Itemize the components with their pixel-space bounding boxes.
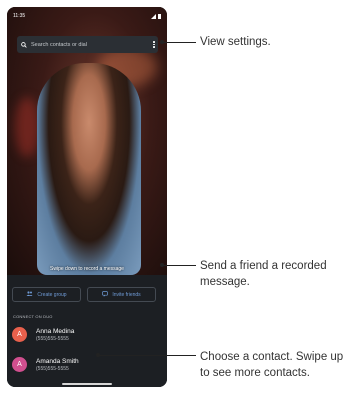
create-group-button[interactable]: Create group xyxy=(12,287,81,302)
callout-contact-line2: to see more contacts. xyxy=(200,367,310,379)
contact-name: Anna Medina xyxy=(36,327,75,335)
callout-record-line2: message. xyxy=(200,276,250,288)
phone-screen: 11:35 Search contacts or dial Swipe down… xyxy=(7,7,167,387)
search-icon xyxy=(17,41,31,48)
contact-item[interactable]: A Anna Medina (555)555-5555 xyxy=(12,327,74,342)
contact-item[interactable]: A Amanda Smith (555)555-5555 xyxy=(12,357,79,372)
avatar: A xyxy=(12,357,27,372)
battery-icon xyxy=(158,13,161,19)
selfie-person xyxy=(37,63,141,275)
contact-number: (555)555-5555 xyxy=(36,335,69,342)
contact-name: Amanda Smith xyxy=(36,357,79,365)
camera-preview: 11:35 Search contacts or dial Swipe down… xyxy=(7,7,167,275)
group-icon xyxy=(26,291,33,298)
more-vert-icon[interactable] xyxy=(150,41,158,48)
contact-number: (555)555-5555 xyxy=(36,365,69,372)
callout-record-line1: Send a friend a recorded xyxy=(200,260,327,272)
section-title: CONNECT ON DUO xyxy=(13,314,53,319)
record-hint: Swipe down to record a message xyxy=(50,266,124,272)
avatar: A xyxy=(12,327,27,342)
create-group-label: Create group xyxy=(37,291,67,298)
callout-line xyxy=(162,42,196,43)
invite-friends-label: Invite friends xyxy=(112,291,141,298)
callout-settings: View settings. xyxy=(200,36,271,48)
invite-friends-button[interactable]: Invite friends xyxy=(87,287,156,302)
status-time: 11:35 xyxy=(13,13,26,19)
status-bar: 11:35 xyxy=(13,11,161,21)
message-icon xyxy=(102,290,109,299)
search-bar[interactable]: Search contacts or dial xyxy=(17,36,158,53)
home-indicator xyxy=(62,383,112,385)
callout-line xyxy=(162,265,196,266)
callout-contact-line1: Choose a contact. Swipe up xyxy=(200,351,344,363)
background-light xyxy=(15,97,39,157)
contacts-panel: Create group Invite friends CONNECT ON D… xyxy=(7,275,167,387)
search-input[interactable]: Search contacts or dial xyxy=(31,42,150,48)
callout-line xyxy=(98,355,196,356)
signal-icon xyxy=(151,13,156,19)
